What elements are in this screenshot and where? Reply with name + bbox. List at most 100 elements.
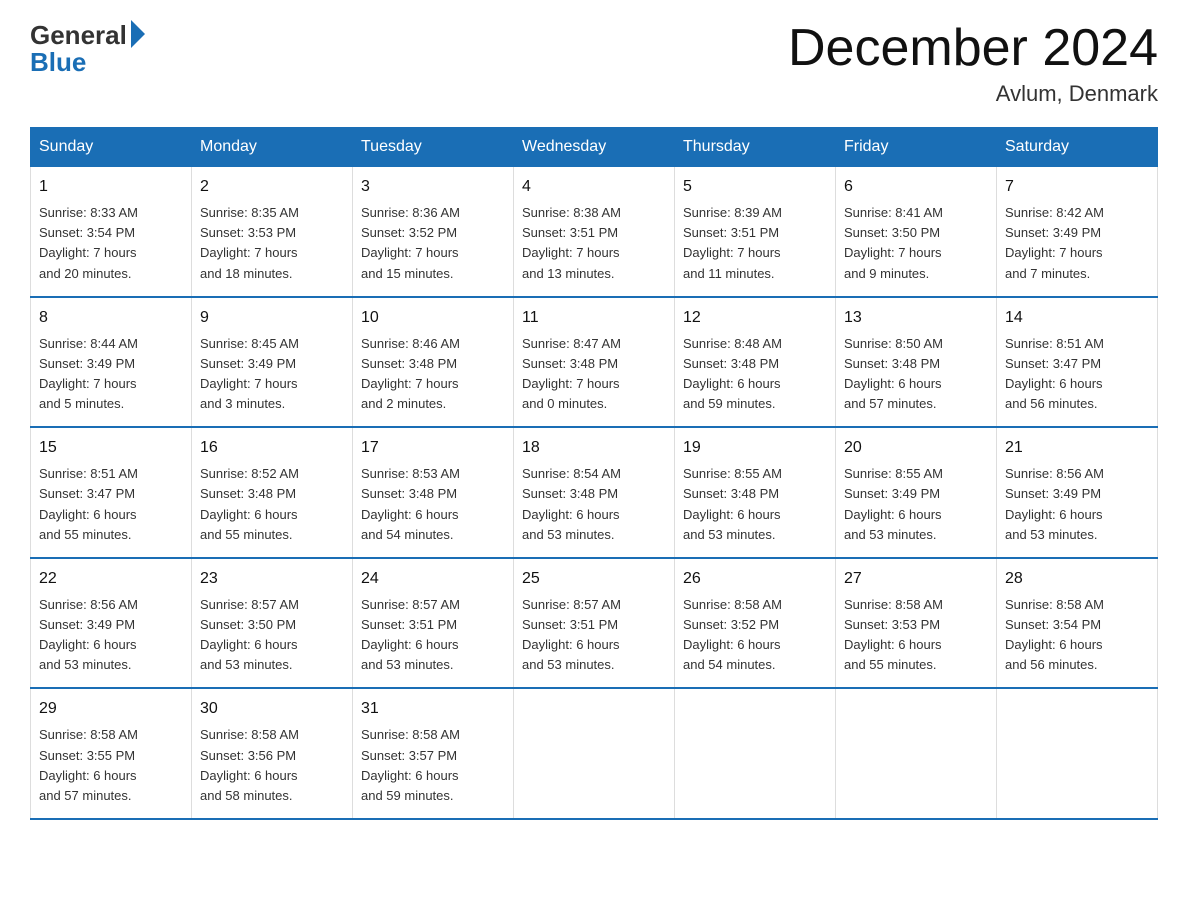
day-info: Sunrise: 8:50 AMSunset: 3:48 PMDaylight:… [844,334,988,415]
day-info: Sunrise: 8:58 AMSunset: 3:54 PMDaylight:… [1005,595,1149,676]
day-number: 19 [683,436,827,460]
calendar-cell [514,688,675,819]
day-number: 12 [683,306,827,330]
day-number: 16 [200,436,344,460]
day-info: Sunrise: 8:38 AMSunset: 3:51 PMDaylight:… [522,203,666,284]
weekday-header: Thursday [675,128,836,167]
day-info: Sunrise: 8:51 AMSunset: 3:47 PMDaylight:… [1005,334,1149,415]
calendar-cell: 19 Sunrise: 8:55 AMSunset: 3:48 PMDayligh… [675,427,836,558]
day-info: Sunrise: 8:58 AMSunset: 3:56 PMDaylight:… [200,725,344,806]
calendar-cell: 4 Sunrise: 8:38 AMSunset: 3:51 PMDaylight… [514,167,675,297]
day-info: Sunrise: 8:46 AMSunset: 3:48 PMDaylight:… [361,334,505,415]
calendar-cell [675,688,836,819]
calendar-cell: 18 Sunrise: 8:54 AMSunset: 3:48 PMDayligh… [514,427,675,558]
calendar-header-row: SundayMondayTuesdayWednesdayThursdayFrid… [31,128,1158,167]
calendar-week-row: 29Sunrise: 8:58 AMSunset: 3:55 PMDayligh… [31,688,1158,819]
day-info: Sunrise: 8:58 AMSunset: 3:53 PMDaylight:… [844,595,988,676]
day-info: Sunrise: 8:56 AMSunset: 3:49 PMDaylight:… [1005,464,1149,545]
weekday-header: Tuesday [353,128,514,167]
calendar-cell: 10 Sunrise: 8:46 AMSunset: 3:48 PMDayligh… [353,297,514,428]
calendar-cell: 22 Sunrise: 8:56 AMSunset: 3:49 PMDayligh… [31,558,192,689]
calendar-cell: 20 Sunrise: 8:55 AMSunset: 3:49 PMDayligh… [836,427,997,558]
day-number: 24 [361,567,505,591]
day-info: Sunrise: 8:44 AMSunset: 3:49 PMDaylight:… [39,334,183,415]
weekday-header: Sunday [31,128,192,167]
calendar-cell: 23Sunrise: 8:57 AMSunset: 3:50 PMDayligh… [192,558,353,689]
weekday-header: Monday [192,128,353,167]
day-number: 26 [683,567,827,591]
day-info: Sunrise: 8:58 AMSunset: 3:57 PMDaylight:… [361,725,505,806]
calendar-cell [836,688,997,819]
calendar-cell: 14Sunrise: 8:51 AMSunset: 3:47 PMDayligh… [997,297,1158,428]
day-number: 30 [200,697,344,721]
day-info: Sunrise: 8:58 AMSunset: 3:52 PMDaylight:… [683,595,827,676]
calendar-cell: 11Sunrise: 8:47 AMSunset: 3:48 PMDayligh… [514,297,675,428]
day-info: Sunrise: 8:55 AMSunset: 3:48 PMDaylight:… [683,464,827,545]
day-number: 5 [683,175,827,199]
day-number: 11 [522,306,666,330]
day-info: Sunrise: 8:53 AMSunset: 3:48 PMDaylight:… [361,464,505,545]
day-number: 7 [1005,175,1149,199]
day-number: 13 [844,306,988,330]
day-info: Sunrise: 8:58 AMSunset: 3:55 PMDaylight:… [39,725,183,806]
day-info: Sunrise: 8:55 AMSunset: 3:49 PMDaylight:… [844,464,988,545]
day-number: 10 [361,306,505,330]
day-number: 9 [200,306,344,330]
day-number: 28 [1005,567,1149,591]
calendar-cell: 3Sunrise: 8:36 AMSunset: 3:52 PMDaylight… [353,167,514,297]
calendar-cell: 31 Sunrise: 8:58 AMSunset: 3:57 PMDayligh… [353,688,514,819]
calendar-cell: 7Sunrise: 8:42 AMSunset: 3:49 PMDaylight… [997,167,1158,297]
day-number: 17 [361,436,505,460]
day-number: 4 [522,175,666,199]
day-info: Sunrise: 8:57 AMSunset: 3:50 PMDaylight:… [200,595,344,676]
calendar-cell: 17 Sunrise: 8:53 AMSunset: 3:48 PMDayligh… [353,427,514,558]
day-number: 20 [844,436,988,460]
title-section: December 2024 Avlum, Denmark [788,20,1158,107]
calendar-cell: 5 Sunrise: 8:39 AMSunset: 3:51 PMDaylight… [675,167,836,297]
day-number: 21 [1005,436,1149,460]
day-number: 3 [361,175,505,199]
calendar-cell: 8Sunrise: 8:44 AMSunset: 3:49 PMDaylight… [31,297,192,428]
day-info: Sunrise: 8:39 AMSunset: 3:51 PMDaylight:… [683,203,827,284]
calendar-week-row: 1Sunrise: 8:33 AMSunset: 3:54 PMDaylight… [31,167,1158,297]
calendar-cell: 27 Sunrise: 8:58 AMSunset: 3:53 PMDayligh… [836,558,997,689]
calendar-cell: 25 Sunrise: 8:57 AMSunset: 3:51 PMDayligh… [514,558,675,689]
logo-arrow-icon [131,20,145,48]
calendar-cell: 12Sunrise: 8:48 AMSunset: 3:48 PMDayligh… [675,297,836,428]
day-info: Sunrise: 8:33 AMSunset: 3:54 PMDaylight:… [39,203,183,284]
day-number: 18 [522,436,666,460]
calendar-cell: 16 Sunrise: 8:52 AMSunset: 3:48 PMDayligh… [192,427,353,558]
calendar-week-row: 22 Sunrise: 8:56 AMSunset: 3:49 PMDayligh… [31,558,1158,689]
calendar-table: SundayMondayTuesdayWednesdayThursdayFrid… [30,127,1158,820]
day-info: Sunrise: 8:57 AMSunset: 3:51 PMDaylight:… [522,595,666,676]
calendar-cell: 15Sunrise: 8:51 AMSunset: 3:47 PMDayligh… [31,427,192,558]
calendar-cell: 26 Sunrise: 8:58 AMSunset: 3:52 PMDayligh… [675,558,836,689]
calendar-cell: 24Sunrise: 8:57 AMSunset: 3:51 PMDayligh… [353,558,514,689]
day-number: 31 [361,697,505,721]
day-number: 22 [39,567,183,591]
day-number: 25 [522,567,666,591]
logo-blue-text: Blue [30,47,86,78]
calendar-cell: 28 Sunrise: 8:58 AMSunset: 3:54 PMDayligh… [997,558,1158,689]
calendar-cell: 21 Sunrise: 8:56 AMSunset: 3:49 PMDayligh… [997,427,1158,558]
calendar-week-row: 15Sunrise: 8:51 AMSunset: 3:47 PMDayligh… [31,427,1158,558]
day-number: 2 [200,175,344,199]
day-number: 27 [844,567,988,591]
month-title: December 2024 [788,20,1158,77]
calendar-cell [997,688,1158,819]
day-info: Sunrise: 8:51 AMSunset: 3:47 PMDaylight:… [39,464,183,545]
calendar-cell: 9 Sunrise: 8:45 AMSunset: 3:49 PMDaylight… [192,297,353,428]
calendar-cell: 6Sunrise: 8:41 AMSunset: 3:50 PMDaylight… [836,167,997,297]
day-number: 6 [844,175,988,199]
day-info: Sunrise: 8:54 AMSunset: 3:48 PMDaylight:… [522,464,666,545]
calendar-week-row: 8Sunrise: 8:44 AMSunset: 3:49 PMDaylight… [31,297,1158,428]
calendar-cell: 29Sunrise: 8:58 AMSunset: 3:55 PMDayligh… [31,688,192,819]
weekday-header: Wednesday [514,128,675,167]
calendar-cell: 2Sunrise: 8:35 AMSunset: 3:53 PMDaylight… [192,167,353,297]
calendar-cell: 13 Sunrise: 8:50 AMSunset: 3:48 PMDayligh… [836,297,997,428]
day-info: Sunrise: 8:45 AMSunset: 3:49 PMDaylight:… [200,334,344,415]
day-info: Sunrise: 8:56 AMSunset: 3:49 PMDaylight:… [39,595,183,676]
weekday-header: Friday [836,128,997,167]
calendar-cell: 1Sunrise: 8:33 AMSunset: 3:54 PMDaylight… [31,167,192,297]
day-info: Sunrise: 8:52 AMSunset: 3:48 PMDaylight:… [200,464,344,545]
